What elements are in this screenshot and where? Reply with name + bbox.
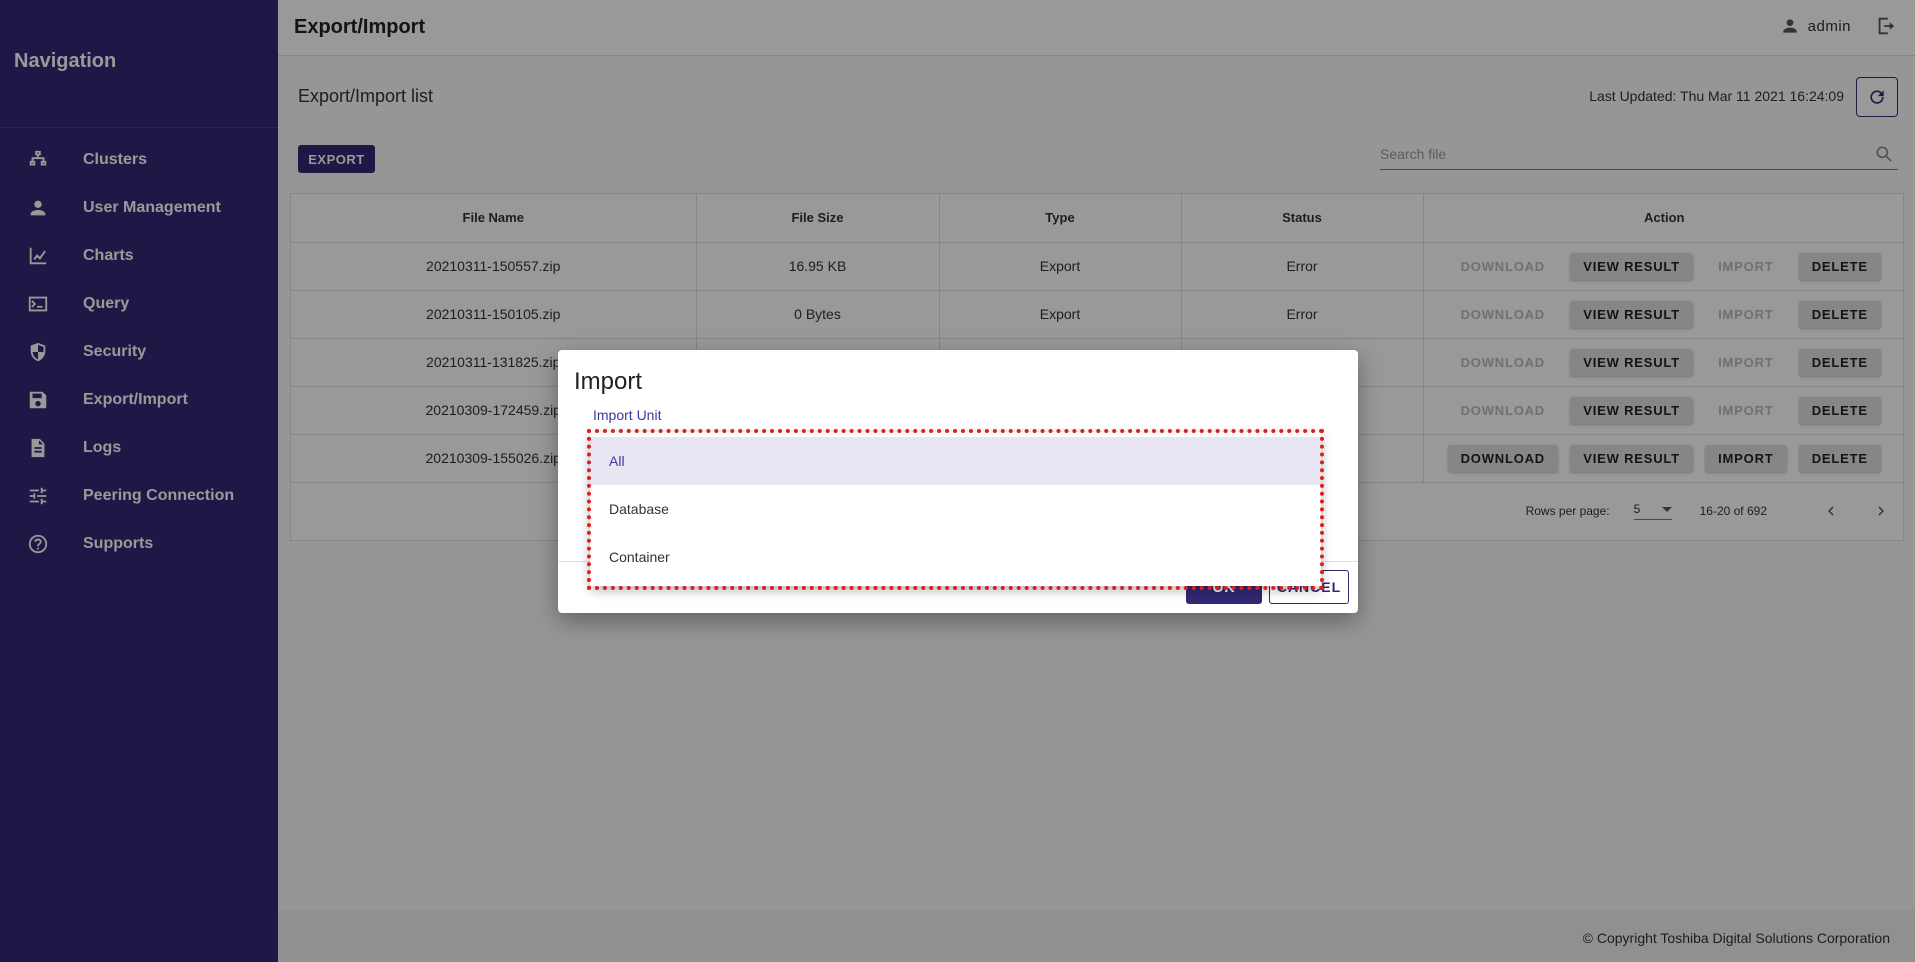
dialog-title: Import xyxy=(574,368,643,395)
menu-option-database[interactable]: Database xyxy=(590,485,1321,533)
import-unit-menu: All Database Container xyxy=(590,432,1321,586)
import-unit-label: Import Unit xyxy=(593,407,662,423)
menu-option-container[interactable]: Container xyxy=(590,533,1321,581)
menu-option-all[interactable]: All xyxy=(590,437,1321,485)
